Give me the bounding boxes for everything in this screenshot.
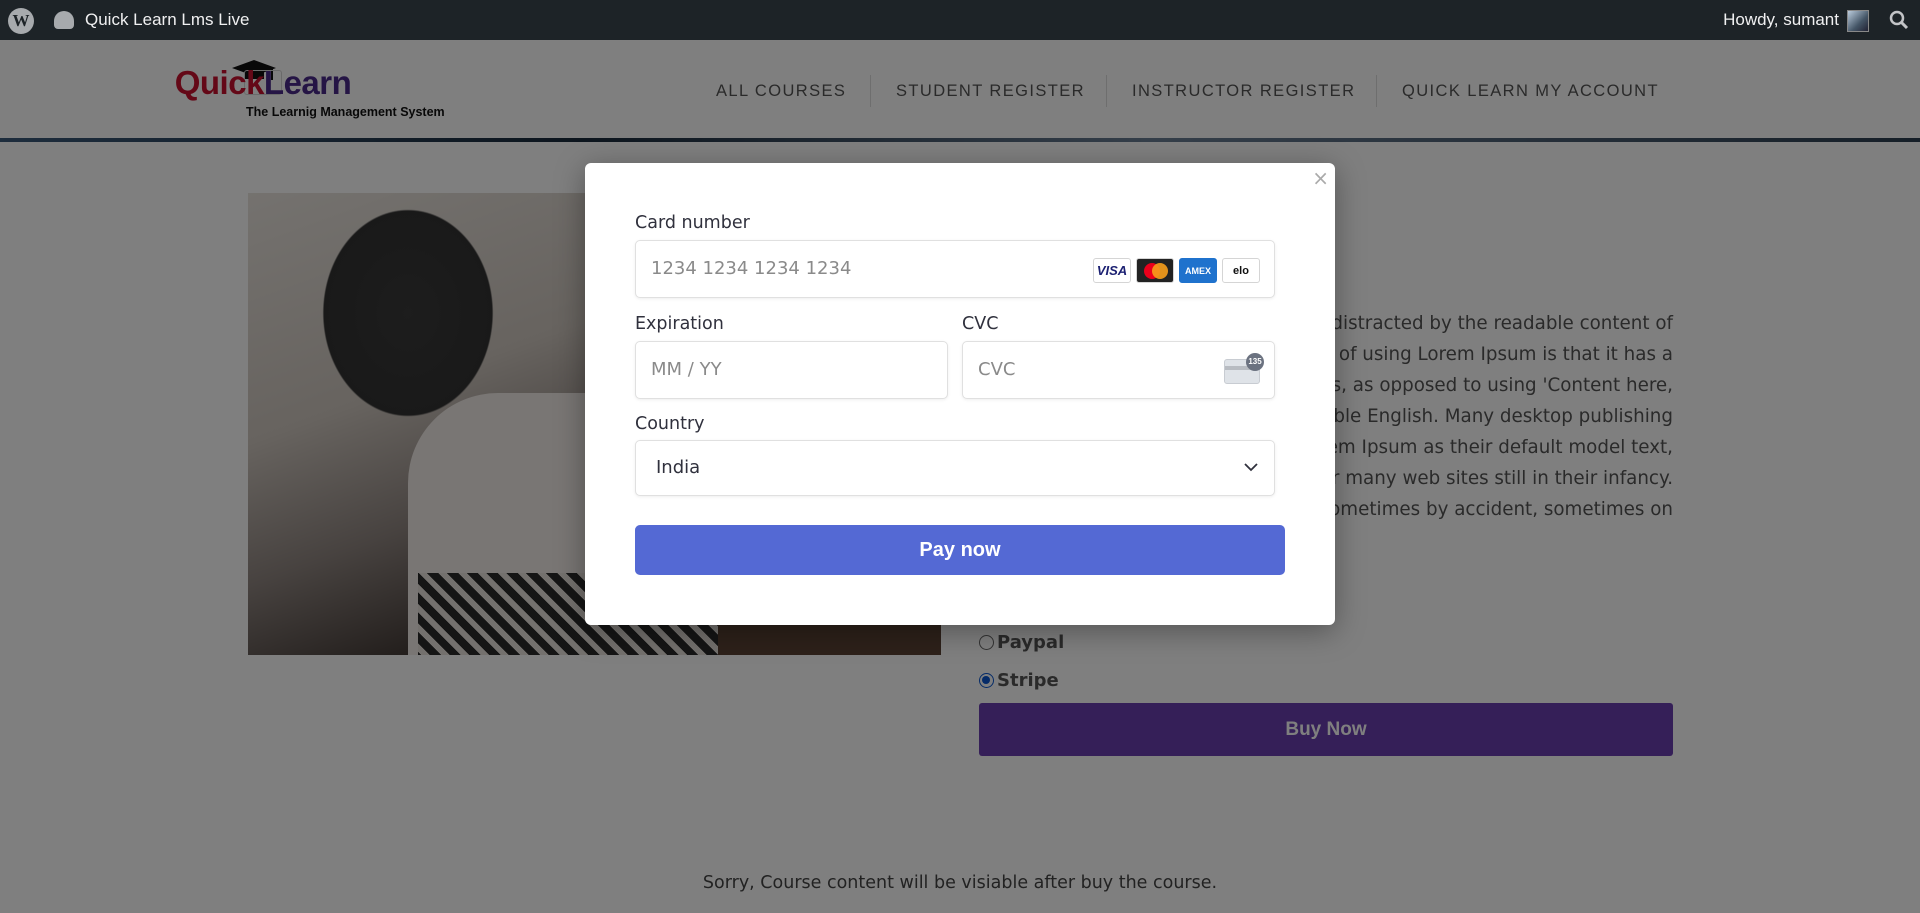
country-select[interactable]: India xyxy=(635,440,1275,496)
expiration-placeholder: MM / YY xyxy=(651,359,722,380)
admin-bar: W Quick Learn Lms Live Howdy, sumant xyxy=(0,0,1920,40)
amex-icon: AMEX xyxy=(1179,258,1217,283)
user-avatar[interactable] xyxy=(1847,10,1869,32)
mastercard-icon xyxy=(1136,258,1174,283)
close-icon[interactable]: × xyxy=(1312,166,1329,190)
site-name-link[interactable]: Quick Learn Lms Live xyxy=(85,10,249,30)
cvc-field[interactable]: CVC 135 xyxy=(962,341,1275,399)
expiration-field[interactable]: MM / YY xyxy=(635,341,948,399)
card-number-label: Card number xyxy=(635,213,750,233)
visa-icon: VISA xyxy=(1093,258,1131,283)
country-label: Country xyxy=(635,414,705,434)
search-icon[interactable] xyxy=(1889,10,1909,30)
howdy-user-link[interactable]: Howdy, sumant xyxy=(1723,10,1839,30)
cvc-placeholder: CVC xyxy=(978,359,1016,380)
card-number-field[interactable]: 1234 1234 1234 1234 VISA AMEX elo xyxy=(635,240,1275,298)
card-brand-icons: VISA AMEX elo xyxy=(1093,258,1260,283)
card-number-placeholder: 1234 1234 1234 1234 xyxy=(651,258,852,279)
cvc-badge: 135 xyxy=(1246,353,1264,371)
elo-icon: elo xyxy=(1222,258,1260,283)
cvc-label: CVC xyxy=(962,314,999,334)
expiration-label: Expiration xyxy=(635,314,724,334)
country-value: India xyxy=(656,457,701,478)
chevron-down-icon xyxy=(1244,463,1258,472)
dashboard-icon[interactable] xyxy=(54,11,74,29)
wordpress-logo-icon[interactable]: W xyxy=(8,8,34,34)
cvc-card-icon: 135 xyxy=(1224,353,1264,384)
pay-now-button[interactable]: Pay now xyxy=(635,525,1285,575)
